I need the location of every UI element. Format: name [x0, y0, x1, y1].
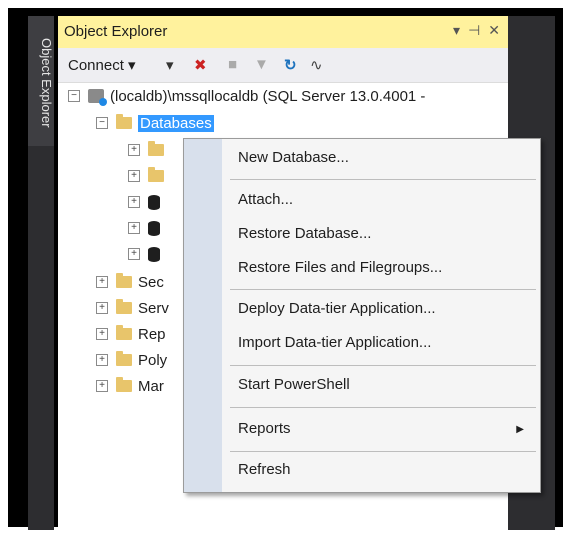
tree-node-db-child[interactable]: +: [128, 191, 168, 213]
activity-monitor-icon[interactable]: ∿: [310, 56, 323, 74]
folder-icon: [116, 325, 132, 340]
folder-icon: [116, 377, 132, 392]
collapse-icon[interactable]: −: [96, 117, 108, 129]
tree-node-db-child[interactable]: +: [128, 139, 170, 161]
tree-node-label: Serv: [138, 299, 169, 317]
expand-icon[interactable]: +: [96, 354, 108, 366]
panel-title-bar: Object Explorer ▾ ⊣ ✕: [58, 16, 508, 48]
menu-separator: [230, 365, 536, 366]
pin-icon[interactable]: ⊣: [468, 22, 480, 39]
expand-icon[interactable]: +: [128, 222, 140, 234]
tree-node-server[interactable]: − (localdb)\mssqllocaldb (SQL Server 13.…: [68, 85, 425, 107]
side-tab-strip: Object Explorer: [28, 16, 54, 530]
expand-icon[interactable]: +: [96, 276, 108, 288]
menu-item-refresh[interactable]: Refresh: [238, 461, 291, 478]
panel-toolbar: Connect ▾ ▾ ✖ ■ ▼ ↻ ∿: [58, 48, 508, 83]
close-icon[interactable]: ✕: [488, 22, 500, 39]
stop-icon[interactable]: ■: [228, 56, 237, 73]
refresh-icon[interactable]: ↻: [284, 56, 297, 74]
tree-node-label: Rep: [138, 325, 166, 343]
database-icon: [148, 220, 160, 236]
panel-title-icons: ▾ ⊣ ✕: [453, 22, 500, 39]
folder-icon: [116, 114, 132, 129]
tree-node-db-child[interactable]: +: [128, 217, 168, 239]
tree-node-folder[interactable]: + Mar: [96, 375, 164, 397]
tree-node-label: Mar: [138, 377, 164, 395]
expand-icon[interactable]: +: [128, 196, 140, 208]
server-icon: [88, 89, 107, 106]
tree-node-db-child[interactable]: +: [128, 243, 168, 265]
menu-separator: [230, 179, 536, 180]
menu-item-deploy-data-tier[interactable]: Deploy Data-tier Application...: [238, 300, 436, 317]
database-icon: [148, 246, 160, 262]
folder-icon: [116, 299, 132, 314]
menu-separator: [230, 407, 536, 408]
folder-icon: [116, 273, 132, 288]
expand-icon[interactable]: +: [128, 248, 140, 260]
tree-node-label: Sec: [138, 273, 164, 291]
menu-separator: [230, 289, 536, 290]
tree-node-label: Poly: [138, 351, 168, 369]
menu-item-import-data-tier[interactable]: Import Data-tier Application...: [238, 334, 431, 351]
menu-item-start-powershell[interactable]: Start PowerShell: [238, 376, 350, 393]
folder-icon: [148, 167, 164, 182]
tree-node-folder[interactable]: + Rep: [96, 323, 166, 345]
panel-title: Object Explorer: [64, 23, 168, 40]
connect-button[interactable]: Connect ▾: [68, 56, 136, 74]
menu-item-attach[interactable]: Attach...: [238, 191, 293, 208]
menu-item-new-database[interactable]: New Database...: [238, 149, 349, 166]
server-label: (localdb)\mssqllocaldb (SQL Server 13.0.…: [110, 87, 426, 105]
tree-node-db-child[interactable]: +: [128, 165, 170, 187]
tree-node-folder[interactable]: + Poly: [96, 349, 167, 371]
menu-item-restore-database[interactable]: Restore Database...: [238, 225, 371, 242]
submenu-arrow-icon: ▶: [516, 424, 524, 435]
expand-icon[interactable]: +: [96, 380, 108, 392]
databases-label: Databases: [138, 114, 214, 132]
menu-item-reports[interactable]: Reports: [238, 420, 291, 437]
menu-item-restore-files[interactable]: Restore Files and Filegroups...: [238, 259, 442, 276]
context-menu: New Database... Attach... Restore Databa…: [183, 138, 541, 493]
tree-node-databases[interactable]: − Databases: [96, 112, 214, 134]
tree-node-folder[interactable]: + Serv: [96, 297, 169, 319]
side-tab-object-explorer[interactable]: Object Explorer: [28, 16, 54, 146]
connect-plug-icon[interactable]: ▾: [166, 56, 174, 74]
expand-icon[interactable]: +: [96, 328, 108, 340]
expand-icon[interactable]: +: [128, 144, 140, 156]
database-icon: [148, 194, 160, 210]
menu-separator: [230, 451, 536, 452]
filter-icon[interactable]: ▼: [254, 56, 269, 73]
expand-icon[interactable]: +: [96, 302, 108, 314]
tree-node-folder[interactable]: + Sec: [96, 271, 164, 293]
collapse-icon[interactable]: −: [68, 90, 80, 102]
expand-icon[interactable]: +: [128, 170, 140, 182]
dropdown-arrow-icon[interactable]: ▾: [453, 22, 460, 39]
disconnect-icon[interactable]: ✖: [194, 56, 207, 74]
folder-icon: [116, 351, 132, 366]
menu-icon-gutter: [184, 139, 222, 492]
folder-icon: [148, 141, 164, 156]
